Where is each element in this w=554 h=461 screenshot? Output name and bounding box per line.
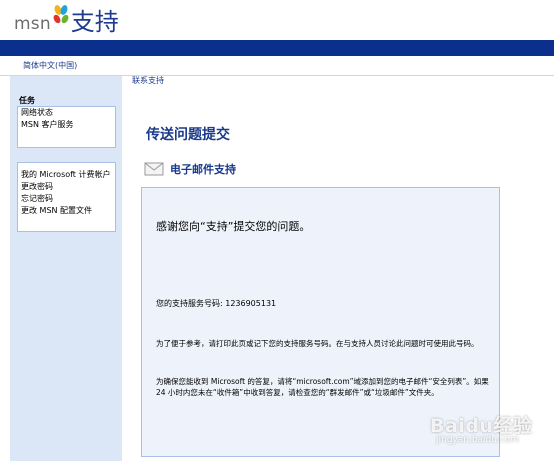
sidebar-task-group-2: 我的 Microsoft 计费帐户 更改密码 忘记密码 更改 MSN 配置文件 (17, 162, 116, 232)
butterfly-logo-icon (53, 5, 69, 24)
sidebar-item-billing-account[interactable]: 我的 Microsoft 计费帐户 (18, 163, 115, 181)
language-selector-link[interactable]: 简体中文(中国) (23, 60, 77, 71)
service-number-text: 您的支持服务号码: 1236905131 (156, 299, 277, 308)
baidu-watermark: Baidu经验 jingyan.baidu.com (426, 411, 546, 457)
page-title: 传送问题提交 (146, 127, 230, 143)
top-nav-bar (0, 40, 554, 56)
sidebar-item-network-status[interactable]: 网络状态 (18, 107, 115, 119)
reference-instructions: 为了便于参考，请打印此页或记下您的支持服务号码。在与支持人员讨论此问题时可使用此… (156, 339, 479, 348)
email-support-section-header: 电子邮件支持 (144, 161, 236, 177)
section-title: 电子邮件支持 (170, 163, 236, 176)
language-bar: 简体中文(中国) (0, 56, 554, 76)
site-title: 支持 (70, 8, 119, 36)
safe-list-instructions: 为确保您能收到 Microsoft 的答复，请将“microsoft.com”域… (156, 377, 489, 397)
watermark-url: jingyan.baidu.com (436, 435, 520, 445)
watermark-text: Baidu经验 (430, 415, 533, 437)
envelope-icon (144, 162, 164, 176)
sidebar-heading: 任务 (19, 96, 35, 105)
logo-text: msn (14, 14, 51, 34)
site-header: msn 支持 (0, 0, 554, 40)
msn-logo[interactable]: msn 支持 (14, 4, 119, 36)
sidebar-item-change-password[interactable]: 更改密码 (18, 181, 115, 193)
sidebar-item-forgot-password[interactable]: 忘记密码 (18, 193, 115, 205)
sidebar-task-group-1: 网络状态 MSN 客户服务 (17, 106, 116, 148)
sidebar-item-customer-service[interactable]: MSN 客户服务 (18, 119, 115, 131)
breadcrumb-contact-support[interactable]: 联系支持 (132, 75, 164, 86)
sidebar-item-change-profile[interactable]: 更改 MSN 配置文件 (18, 205, 115, 217)
thanks-message: 感谢您向“支持”提交您的问题。 (156, 220, 311, 233)
